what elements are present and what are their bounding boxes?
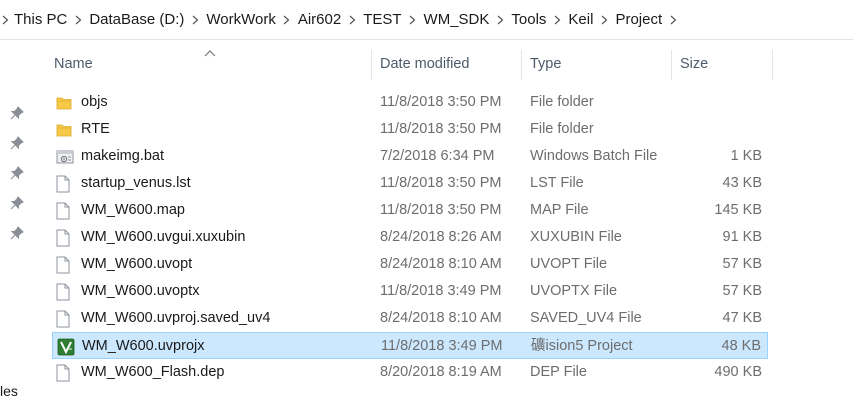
file-row[interactable]: objs 11/8/2018 3:50 PM File folder [52, 89, 768, 116]
column-header-size[interactable]: Size [672, 50, 773, 80]
file-icon [56, 278, 74, 305]
file-name: WM_W600.uvoptx [81, 283, 200, 299]
breadcrumb-item-wm-sdk[interactable]: WM_SDK [420, 0, 494, 40]
file-type: Windows Batch File [530, 148, 658, 164]
file-date-modified: 11/8/2018 3:50 PM [380, 175, 502, 191]
batch-file-icon [56, 143, 74, 170]
file-row[interactable]: WM_W600.uvproj.saved_uv4 8/24/2018 8:10 A… [52, 305, 768, 332]
file-name: startup_venus.lst [81, 175, 191, 191]
breadcrumb-item-this-pc[interactable]: This PC [10, 0, 71, 40]
breadcrumb-item-project[interactable]: Project [611, 0, 666, 40]
file-type: UVOPTX File [530, 283, 618, 299]
file-type: 礦ision5 Project [531, 338, 633, 354]
folder-icon [56, 89, 74, 116]
chevron-right-icon[interactable] [666, 15, 680, 25]
column-header-name[interactable]: Name [46, 50, 372, 80]
file-icon [56, 170, 74, 197]
pin-icon[interactable] [10, 136, 24, 150]
file-row[interactable]: WM_W600.uvopt 8/24/2018 8:10 AM UVOPT File… [52, 251, 768, 278]
column-header-date-modified[interactable]: Date modified [372, 50, 522, 80]
file-size: 43 KB [722, 175, 763, 191]
file-size: 57 KB [722, 283, 763, 299]
chevron-right-icon[interactable] [493, 15, 507, 25]
file-type: MAP File [530, 202, 589, 218]
file-row[interactable]: RTE 11/8/2018 3:50 PM File folder [52, 116, 768, 143]
file-icon [56, 305, 74, 332]
file-type: File folder [530, 121, 594, 137]
file-name: WM_W600.uvproj.saved_uv4 [81, 310, 271, 326]
file-row[interactable]: WM_W600.uvprojx 11/8/2018 3:49 PM 礦ision5 … [52, 332, 768, 359]
file-row[interactable]: WM_W600.uvoptx 11/8/2018 3:49 PM UVOPTX Fi… [52, 278, 768, 305]
folder-icon [56, 116, 74, 143]
file-type: File folder [530, 94, 594, 110]
breadcrumb-item-keil[interactable]: Keil [564, 0, 597, 40]
file-name: WM_W600.map [81, 202, 185, 218]
file-row[interactable]: WM_W600.uvgui.xuxubin 8/24/2018 8:26 AM XU… [52, 224, 768, 251]
file-date-modified: 11/8/2018 3:50 PM [380, 121, 502, 137]
file-row[interactable]: startup_venus.lst 11/8/2018 3:50 PM LST Fi… [52, 170, 768, 197]
file-date-modified: 11/8/2018 3:49 PM [381, 338, 503, 354]
file-type: LST File [530, 175, 584, 191]
chevron-right-icon[interactable] [345, 15, 359, 25]
column-header-row: Name Date modified Type Size [46, 50, 773, 80]
file-icon [56, 251, 74, 278]
file-icon [56, 224, 74, 251]
file-name: WM_W600.uvprojx [82, 338, 205, 354]
file-size: 490 KB [714, 364, 762, 380]
file-name: WM_W600_Flash.dep [81, 364, 225, 380]
breadcrumb: This PC DataBase (D:) WorkWork Air602 TE… [0, 0, 853, 40]
file-name: RTE [81, 121, 110, 137]
file-type: DEP File [530, 364, 587, 380]
file-type: SAVED_UV4 File [530, 310, 642, 326]
chevron-right-icon[interactable] [71, 15, 85, 25]
breadcrumb-item-tools[interactable]: Tools [507, 0, 550, 40]
pin-icon[interactable] [10, 196, 24, 210]
chevron-right-icon[interactable] [188, 15, 202, 25]
breadcrumb-lead [0, 0, 10, 39]
chevron-right-icon[interactable] [280, 15, 294, 25]
chevron-right-icon[interactable] [0, 15, 10, 25]
file-size: 1 KB [730, 148, 762, 164]
pin-icon[interactable] [10, 166, 24, 180]
file-date-modified: 8/24/2018 8:10 AM [380, 256, 502, 272]
breadcrumb-item-database[interactable]: DataBase (D:) [85, 0, 188, 40]
navigation-pane [0, 40, 36, 405]
file-row[interactable]: makeimg.bat 7/2/2018 6:34 PM Windows Batch… [52, 143, 768, 170]
file-name: WM_W600.uvopt [81, 256, 193, 272]
file-size: 47 KB [722, 310, 763, 326]
file-type: UVOPT File [530, 256, 608, 272]
file-date-modified: 8/24/2018 8:26 AM [380, 229, 502, 245]
pin-icon[interactable] [10, 226, 24, 240]
column-header-type[interactable]: Type [522, 50, 672, 80]
file-size: 145 KB [714, 202, 762, 218]
keil-project-icon [57, 333, 75, 360]
file-type: XUXUBIN File [530, 229, 622, 245]
breadcrumb-item-air602[interactable]: Air602 [294, 0, 345, 40]
chevron-right-icon[interactable] [597, 15, 611, 25]
file-date-modified: 11/8/2018 3:50 PM [380, 94, 502, 110]
pin-icon[interactable] [10, 106, 24, 120]
file-name: makeimg.bat [81, 148, 165, 164]
file-size: 91 KB [722, 229, 763, 245]
file-date-modified: 8/20/2018 8:19 AM [380, 364, 502, 380]
file-row[interactable]: WM_W600_Flash.dep 8/20/2018 8:19 AM DEP Fi… [52, 359, 768, 386]
chevron-right-icon[interactable] [406, 15, 420, 25]
file-name: WM_W600.uvgui.xuxubin [81, 229, 246, 245]
breadcrumb-item-test[interactable]: TEST [359, 0, 405, 40]
chevron-right-icon[interactable] [550, 15, 564, 25]
file-date-modified: 8/24/2018 8:10 AM [380, 310, 502, 326]
file-row[interactable]: WM_W600.map 11/8/2018 3:50 PM MAP File 145 … [52, 197, 768, 224]
file-icon [56, 359, 74, 386]
file-size: 48 KB [721, 338, 762, 354]
file-icon [56, 197, 74, 224]
breadcrumb-item-workwork[interactable]: WorkWork [202, 0, 279, 40]
file-date-modified: 7/2/2018 6:34 PM [380, 148, 495, 164]
file-explorer-window: This PC DataBase (D:) WorkWork Air602 TE… [0, 0, 853, 405]
file-size: 57 KB [722, 256, 763, 272]
nav-item-label[interactable]: les [0, 383, 18, 399]
file-list: objs 11/8/2018 3:50 PM File folder RTE 11/8/… [52, 89, 768, 386]
file-name: objs [81, 94, 108, 110]
file-date-modified: 11/8/2018 3:49 PM [380, 283, 502, 299]
file-date-modified: 11/8/2018 3:50 PM [380, 202, 502, 218]
